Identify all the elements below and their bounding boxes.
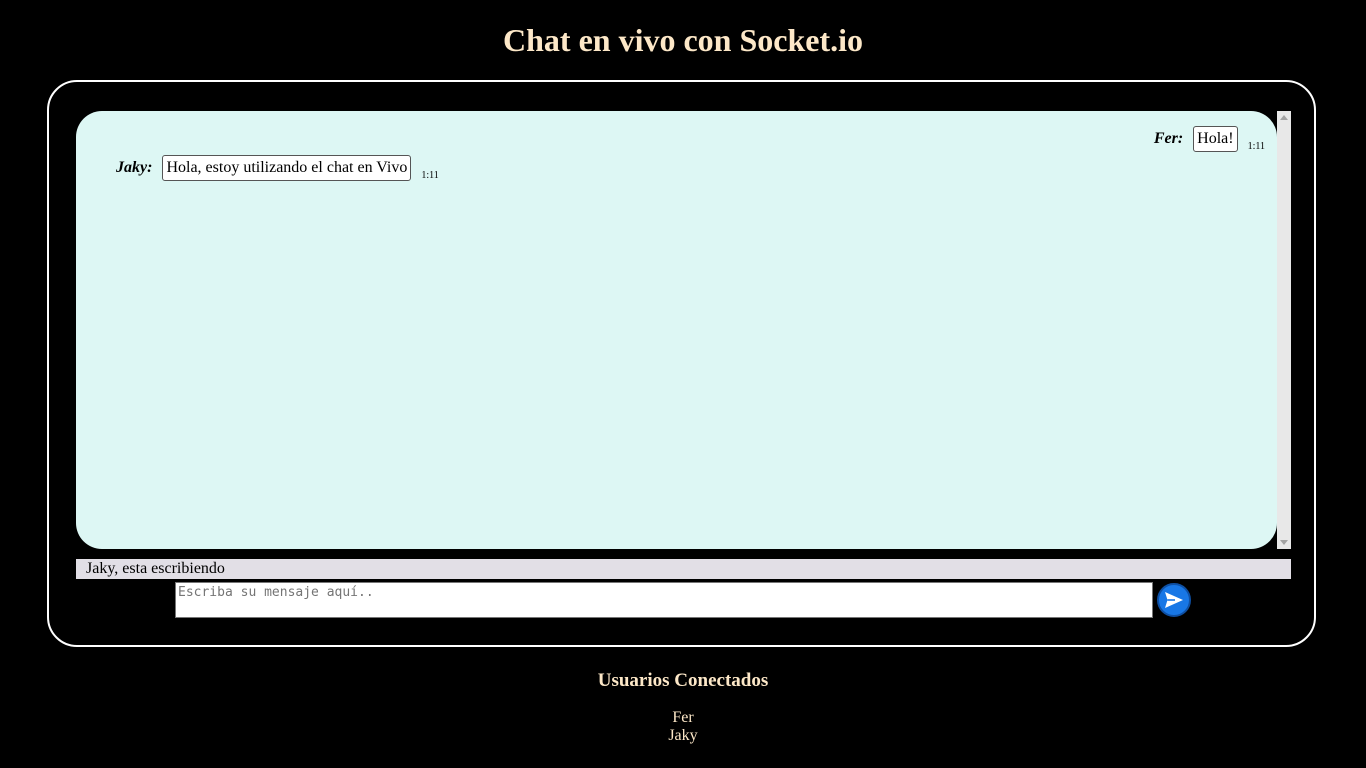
message-bubble: Hola! [1193,126,1238,152]
typing-status: Jaky, esta escribiendo [76,559,1291,579]
scroll-down-arrow-icon[interactable] [1280,540,1288,545]
message-input[interactable] [175,582,1153,618]
message-row: Jaky: Hola, estoy utilizando el chat en … [116,155,439,181]
send-button[interactable] [1157,583,1191,617]
connected-users-list: Fer Jaky [0,709,1366,745]
message-author: Fer: [1153,130,1184,147]
connected-users-title: Usuarios Conectados [597,670,769,691]
page-title: Chat en vivo con Socket.io [503,22,863,58]
connected-user: Fer [672,709,694,726]
messages-scrollbar[interactable] [1277,111,1291,549]
send-arrow-icon [1165,592,1183,608]
scroll-up-arrow-icon[interactable] [1280,115,1288,120]
messages-panel: Fer: Hola! 1:11 Jaky: Hola, estoy utiliz… [76,111,1277,549]
connected-user: Jaky [668,727,698,744]
message-bubble: Hola, estoy utilizando el chat en Vivo [162,155,412,181]
message-row: Fer: Hola! 1:11 [1154,126,1265,152]
message-time: 1:11 [1247,140,1265,152]
message-author: Jaky: [116,159,153,176]
message-time: 1:11 [421,169,439,181]
